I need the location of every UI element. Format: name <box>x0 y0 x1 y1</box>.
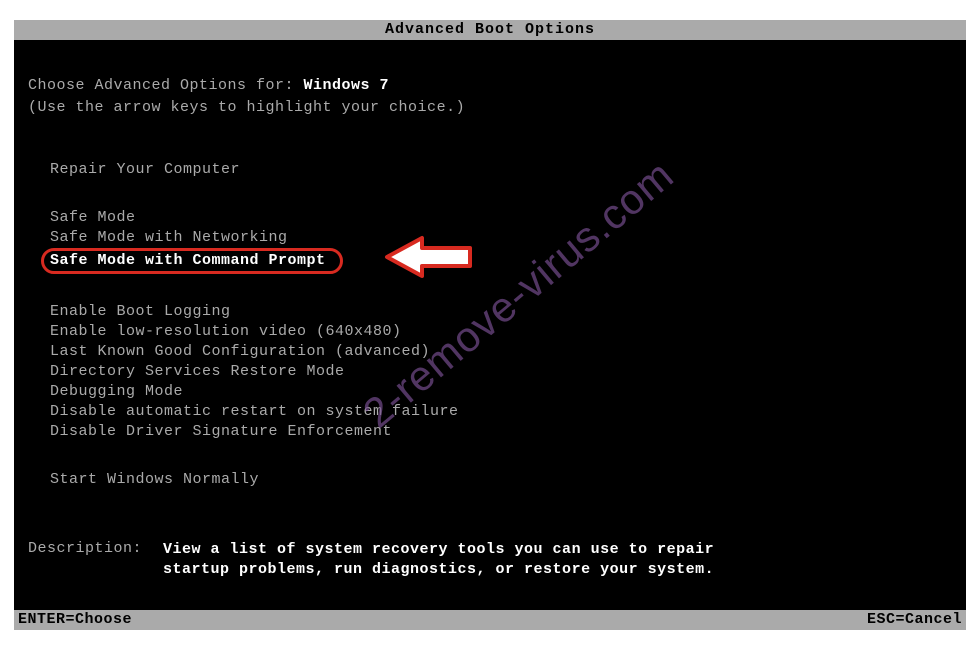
menu-item-no-driver-sig[interactable]: Disable Driver Signature Enforcement <box>50 422 952 442</box>
spacer <box>50 180 952 208</box>
menu-item-repair[interactable]: Repair Your Computer <box>50 160 952 180</box>
menu-item-ds-restore[interactable]: Directory Services Restore Mode <box>50 362 952 382</box>
spacer <box>50 442 952 470</box>
os-name: Windows 7 <box>304 77 390 94</box>
menu-item-low-res[interactable]: Enable low-resolution video (640x480) <box>50 322 952 342</box>
prompt-prefix: Choose Advanced Options for: <box>28 77 304 94</box>
description-block: Description: View a list of system recov… <box>28 540 142 557</box>
menu-item-boot-logging[interactable]: Enable Boot Logging <box>50 302 952 322</box>
boot-options-screen: Advanced Boot Options Choose Advanced Op… <box>14 20 966 630</box>
footer-enter: ENTER=Choose <box>18 610 132 630</box>
spacer <box>50 274 952 302</box>
menu-item-safe-mode[interactable]: Safe Mode <box>50 208 952 228</box>
menu-item-last-known[interactable]: Last Known Good Configuration (advanced) <box>50 342 952 362</box>
menu-item-debugging[interactable]: Debugging Mode <box>50 382 952 402</box>
menu-options: Repair Your Computer Safe Mode Safe Mode… <box>28 120 952 490</box>
description-label: Description: <box>28 540 142 557</box>
footer-bar: ENTER=Choose ESC=Cancel <box>14 610 966 630</box>
prompt-line-2: (Use the arrow keys to highlight your ch… <box>28 98 952 118</box>
menu-item-safe-mode-networking[interactable]: Safe Mode with Networking <box>50 228 952 248</box>
description-text: View a list of system recovery tools you… <box>163 540 763 580</box>
menu-item-start-normal[interactable]: Start Windows Normally <box>50 470 952 490</box>
pointer-arrow-icon <box>382 233 477 286</box>
menu-item-safe-mode-cmd[interactable]: Safe Mode with Command Prompt <box>41 248 343 274</box>
menu-item-safe-mode-cmd-wrapper[interactable]: Safe Mode with Command Prompt <box>50 248 952 274</box>
prompt-line-1: Choose Advanced Options for: Windows 7 <box>28 76 952 96</box>
footer-esc: ESC=Cancel <box>867 610 962 630</box>
content-area: Choose Advanced Options for: Windows 7 (… <box>14 40 966 490</box>
title-bar: Advanced Boot Options <box>14 20 966 40</box>
menu-item-no-auto-restart[interactable]: Disable automatic restart on system fail… <box>50 402 952 422</box>
